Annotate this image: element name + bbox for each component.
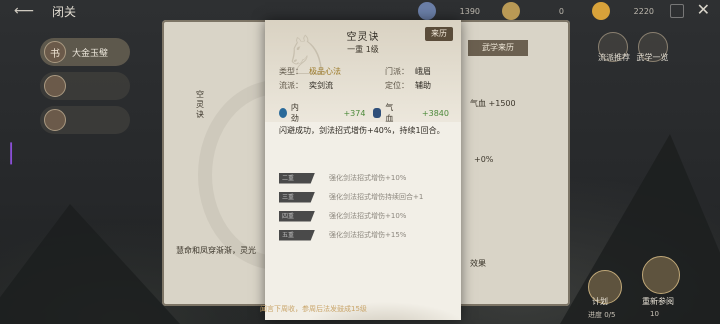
stat-name: 气血 bbox=[385, 103, 394, 123]
attr-faction-label: 流派： bbox=[279, 81, 303, 90]
back-arrow-icon[interactable]: ⟵ bbox=[14, 4, 46, 18]
attr-faction-value: 奕剑流 bbox=[309, 81, 333, 90]
book-right-line: +0% bbox=[474, 155, 494, 164]
upgrade-tag: 三重 bbox=[279, 191, 315, 203]
book-vertical-label: 空灵诀 bbox=[196, 90, 204, 119]
plan-progress: 进度 0/5 bbox=[588, 311, 616, 319]
resource-jade: 1390 bbox=[418, 2, 480, 20]
tab-martial-origin[interactable]: 武学来历 bbox=[468, 40, 528, 56]
plan-label: 计划 bbox=[592, 297, 608, 306]
upgrade-text: 强化剑法招式增伤+10% bbox=[329, 174, 407, 182]
restart-button[interactable] bbox=[642, 256, 680, 294]
upgrade-tag: 四重 bbox=[279, 210, 315, 222]
attr-sect-value: 峨眉 bbox=[415, 67, 431, 76]
restart-count: 10 bbox=[650, 310, 659, 318]
upgrade-tag: 五重 bbox=[279, 229, 315, 241]
attr-sect-label: 门派： bbox=[385, 67, 409, 76]
stat-value: +3840 bbox=[421, 108, 449, 118]
skill-level: 一重 1级 bbox=[347, 45, 379, 54]
upgrade-row: 四重 强化剑法招式增伤+10% bbox=[279, 210, 453, 222]
gold-icon bbox=[592, 2, 610, 20]
stat-row: 内劲 +374 气血 +3840 bbox=[279, 103, 449, 123]
faction-recommend-label: 流派推荐 bbox=[598, 53, 630, 62]
source-button[interactable]: 来历 bbox=[425, 27, 453, 41]
sidebar-badge: 书 bbox=[44, 41, 66, 63]
resource-leaf: 0 bbox=[502, 2, 564, 20]
mountain-left bbox=[0, 204, 180, 324]
upgrade-list: 二重 强化剑法招式增伤+10% 三重 强化剑法招式增伤持续回合+1 四重 强化剑… bbox=[279, 172, 453, 248]
attr-sect: 门派： 峨眉 bbox=[385, 66, 431, 77]
skill-description: 闪避成功，剑法招式增伤+40%，持续1回合。 bbox=[279, 126, 445, 135]
upgrade-tag: 二重 bbox=[279, 172, 315, 184]
book-right-extra: 效果 bbox=[470, 259, 486, 268]
attr-faction: 流派： 奕剑流 bbox=[279, 80, 333, 91]
upgrade-row: 五重 强化剑法招式增伤+15% bbox=[279, 229, 453, 241]
page-title: 闭关 bbox=[52, 5, 77, 19]
news-ticker: 闻言下周收，参周后法发鼓成15级 bbox=[260, 305, 367, 313]
attr-position: 定位： 辅助 bbox=[385, 80, 431, 91]
sidebar: 书 大金玉璧 bbox=[40, 38, 130, 140]
resource-leaf-value: 0 bbox=[558, 6, 564, 16]
attr-position-label: 定位： bbox=[385, 81, 409, 90]
sidebar-item-1[interactable]: 书 大金玉璧 bbox=[40, 38, 130, 66]
feather-icon: ❘ bbox=[2, 140, 21, 165]
top-bar: ⟵ 闭关 1390 0 2220 ✕ bbox=[0, 0, 720, 22]
inner-force-icon bbox=[279, 108, 287, 118]
sidebar-item-2[interactable] bbox=[40, 72, 130, 100]
sidebar-badge bbox=[44, 75, 66, 97]
leaf-icon bbox=[502, 2, 520, 20]
stat-value: +374 bbox=[343, 108, 366, 118]
right-button-labels: 流派推荐 武学一览 bbox=[598, 52, 669, 63]
attr-position-value: 辅助 bbox=[415, 81, 431, 90]
jade-icon bbox=[418, 2, 436, 20]
upgrade-text: 强化剑法招式增伤+15% bbox=[329, 231, 407, 239]
resource-jade-value: 1390 bbox=[459, 6, 480, 16]
resource-gold-value: 2220 bbox=[633, 6, 654, 16]
restart-label: 重新参阅 bbox=[642, 297, 674, 306]
martial-overview-label: 武学一览 bbox=[636, 53, 669, 62]
upgrade-row: 三重 强化剑法招式增伤持续回合+1 bbox=[279, 191, 453, 203]
close-icon[interactable]: ✕ bbox=[697, 2, 710, 18]
attr-type: 类型： 极品心法 bbox=[279, 66, 341, 77]
book-right-stat: 气血 +1500 bbox=[470, 99, 516, 108]
sidebar-item-label: 大金玉璧 bbox=[72, 48, 109, 59]
upgrade-text: 强化剑法招式增伤持续回合+1 bbox=[329, 193, 424, 201]
attr-type-value: 极品心法 bbox=[309, 67, 341, 76]
menu-icon[interactable] bbox=[670, 4, 684, 18]
skill-detail-card: ♘ 空灵诀 一重 1级 来历 类型： 极品心法 流派： 奕剑流 门派： 峨眉 定位：辅… bbox=[265, 20, 461, 320]
upgrade-text: 强化剑法招式增伤+10% bbox=[329, 212, 407, 220]
stat-name: 内劲 bbox=[290, 103, 299, 123]
mountain-right bbox=[560, 134, 720, 324]
sidebar-badge bbox=[44, 109, 66, 131]
upgrade-row: 二重 强化剑法招式增伤+10% bbox=[279, 172, 453, 184]
book-footer-text: 慧命和凤穿渐渐，灵光 bbox=[176, 246, 256, 255]
resource-gold: 2220 bbox=[592, 2, 654, 20]
vitality-icon bbox=[373, 108, 382, 118]
attr-type-label: 类型： bbox=[279, 67, 303, 76]
sidebar-item-3[interactable] bbox=[40, 106, 130, 134]
